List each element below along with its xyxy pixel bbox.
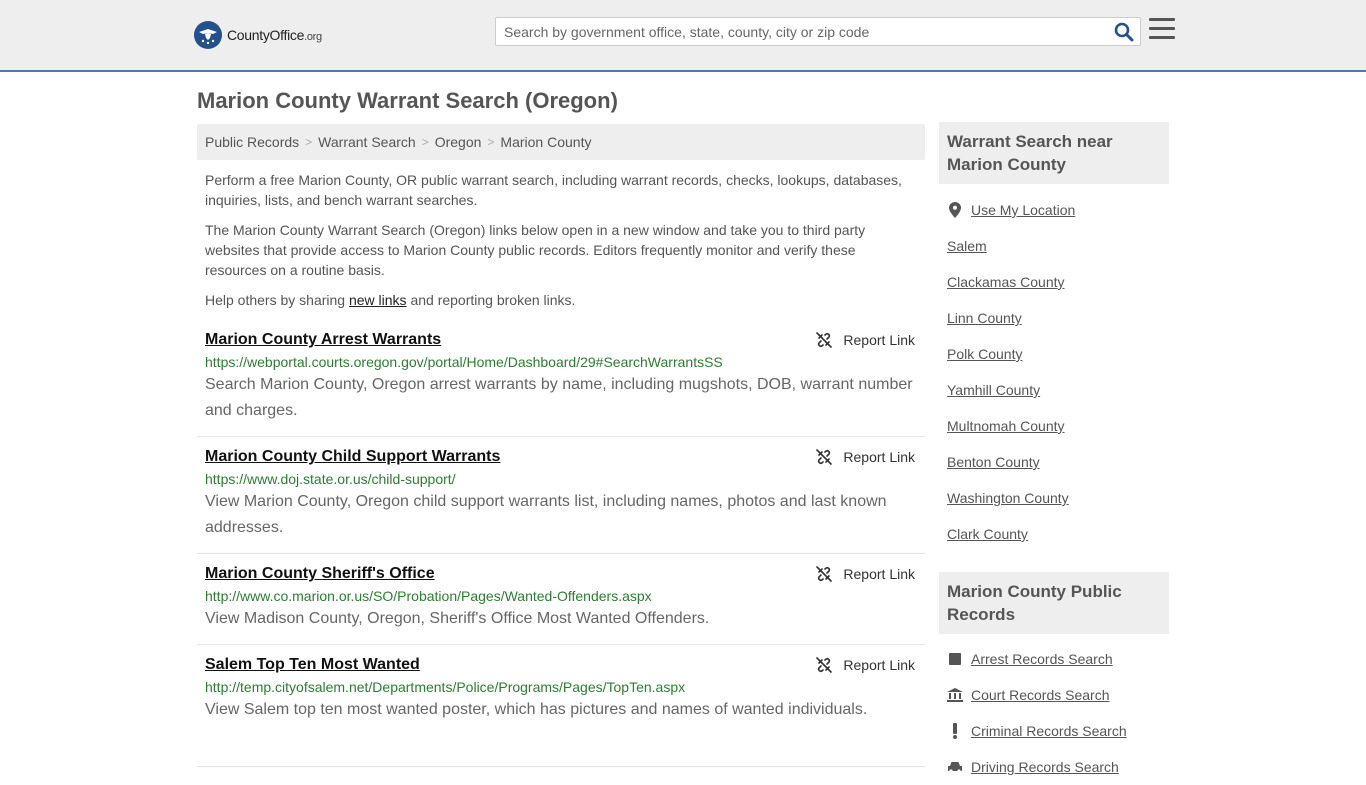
listing-description: View Salem top ten most wanted poster, w… — [205, 701, 868, 718]
records-item: Driving Records Search — [947, 749, 1169, 785]
nearby-link-yamhill[interactable]: Yamhill County — [947, 382, 1040, 398]
report-link-label: Report Link — [843, 566, 915, 582]
square-icon — [947, 653, 963, 665]
listing-description: View Marion County, Oregon child support… — [205, 493, 887, 536]
broken-link-icon — [816, 449, 833, 465]
report-link-label: Report Link — [843, 449, 915, 465]
intro-share-suffix: and reporting broken links. — [406, 292, 576, 308]
courthouse-icon — [947, 688, 963, 702]
breadcrumb-oregon[interactable]: Oregon — [435, 134, 482, 150]
exclamation-icon — [947, 723, 963, 739]
records-item: Court Records Search — [947, 677, 1169, 713]
search-icon — [1114, 22, 1134, 42]
broken-link-icon — [816, 657, 833, 673]
hamburger-menu-icon[interactable] — [1149, 18, 1175, 42]
breadcrumb-warrant-search[interactable]: Warrant Search — [318, 134, 416, 150]
nearby-item: Yamhill County — [947, 372, 1169, 408]
nearby-link-linn[interactable]: Linn County — [947, 310, 1022, 326]
location-pin-icon — [947, 202, 963, 218]
nearby-item: Clackamas County — [947, 264, 1169, 300]
site-logo[interactable]: CountyOffice.org — [194, 20, 322, 50]
nearby-item: Polk County — [947, 336, 1169, 372]
listing-title-link[interactable]: Marion County Sheriff's Office — [205, 564, 435, 584]
nearby-link-clackamas[interactable]: Clackamas County — [947, 274, 1065, 290]
logo-suffix: .org — [304, 31, 322, 43]
search-input[interactable] — [496, 18, 1106, 45]
new-links-link[interactable]: new links — [349, 292, 407, 308]
public-records-heading: Marion County Public Records — [939, 572, 1169, 634]
listing-description: View Madison County, Oregon, Sheriff's O… — [205, 610, 710, 627]
report-link-button[interactable]: Report Link — [816, 657, 915, 673]
nearby-link-benton[interactable]: Benton County — [947, 454, 1040, 470]
court-records-link[interactable]: Court Records Search — [971, 687, 1110, 703]
public-records-list: Arrest Records Search Court Records Sear… — [947, 641, 1169, 785]
nearby-item: Benton County — [947, 444, 1169, 480]
listing-url: https://www.doj.state.or.us/child-suppor… — [205, 471, 456, 487]
report-link-label: Report Link — [843, 657, 915, 673]
nearby-link-polk[interactable]: Polk County — [947, 346, 1022, 362]
intro-share-prefix: Help others by sharing — [205, 292, 349, 308]
listing-description: Search Marion County, Oregon arrest warr… — [205, 376, 913, 419]
listing-item: Marion County Child Support Warrants Rep… — [197, 447, 925, 554]
records-item: Criminal Records Search — [947, 713, 1169, 749]
breadcrumb-public-records[interactable]: Public Records — [205, 134, 299, 150]
search-button[interactable] — [1114, 22, 1134, 42]
breadcrumb-separator-icon: > — [421, 135, 429, 149]
nearby-item: Washington County — [947, 480, 1169, 516]
nearby-link-multnomah[interactable]: Multnomah County — [947, 418, 1065, 434]
logo-main: CountyOffice — [227, 27, 305, 43]
intro-paragraph-2: The Marion County Warrant Search (Oregon… — [205, 222, 866, 278]
nearby-link-washington[interactable]: Washington County — [947, 490, 1069, 506]
listing-item: Marion County Sheriff's Office Report Li… — [197, 564, 925, 645]
use-my-location-item: Use My Location — [947, 192, 1169, 228]
listing-item: Salem Top Ten Most Wanted Report Link ht… — [197, 655, 925, 767]
nearby-item: Multnomah County — [947, 408, 1169, 444]
breadcrumb-separator-icon: > — [305, 135, 313, 149]
arrest-records-link[interactable]: Arrest Records Search — [971, 651, 1113, 667]
nearby-list: Use My Location Salem Clackamas County L… — [947, 192, 1169, 552]
use-my-location-link[interactable]: Use My Location — [971, 202, 1075, 218]
report-link-button[interactable]: Report Link — [816, 449, 915, 465]
nearby-item: Clark County — [947, 516, 1169, 552]
car-icon — [947, 761, 963, 773]
listing-title-link[interactable]: Marion County Arrest Warrants — [205, 330, 441, 350]
broken-link-icon — [816, 566, 833, 582]
nearby-heading: Warrant Search near Marion County — [939, 122, 1169, 184]
nearby-link-salem[interactable]: Salem — [947, 238, 987, 254]
breadcrumb: Public Records > Warrant Search > Oregon… — [197, 124, 925, 160]
report-link-button[interactable]: Report Link — [816, 332, 915, 348]
listing-item: Marion County Arrest Warrants Report Lin… — [197, 330, 925, 437]
search-bar — [495, 17, 1141, 46]
intro-text: Perform a free Marion County, OR public … — [205, 170, 920, 320]
site-header: CountyOffice.org — [0, 0, 1366, 72]
breadcrumb-separator-icon: > — [487, 135, 495, 149]
driving-records-link[interactable]: Driving Records Search — [971, 759, 1119, 775]
intro-paragraph-1: Perform a free Marion County, OR public … — [205, 172, 902, 208]
listing-url: http://www.co.marion.or.us/SO/Probation/… — [205, 588, 652, 604]
breadcrumb-marion-county[interactable]: Marion County — [500, 134, 591, 150]
logo-eagle-icon — [194, 21, 222, 49]
page-title: Marion County Warrant Search (Oregon) — [197, 88, 618, 113]
listing-url: https://webportal.courts.oregon.gov/port… — [205, 354, 723, 370]
logo-text: CountyOffice.org — [227, 27, 322, 43]
broken-link-icon — [816, 332, 833, 348]
listing-title-link[interactable]: Marion County Child Support Warrants — [205, 447, 500, 467]
intro-paragraph-3: Help others by sharing new links and rep… — [205, 290, 920, 310]
nearby-link-clark[interactable]: Clark County — [947, 526, 1028, 542]
report-link-button[interactable]: Report Link — [816, 566, 915, 582]
criminal-records-link[interactable]: Criminal Records Search — [971, 723, 1127, 739]
listing-title-link[interactable]: Salem Top Ten Most Wanted — [205, 655, 420, 675]
nearby-item: Salem — [947, 228, 1169, 264]
listing-url: http://temp.cityofsalem.net/Departments/… — [205, 679, 686, 695]
nearby-item: Linn County — [947, 300, 1169, 336]
report-link-label: Report Link — [843, 332, 915, 348]
records-item: Arrest Records Search — [947, 641, 1169, 677]
